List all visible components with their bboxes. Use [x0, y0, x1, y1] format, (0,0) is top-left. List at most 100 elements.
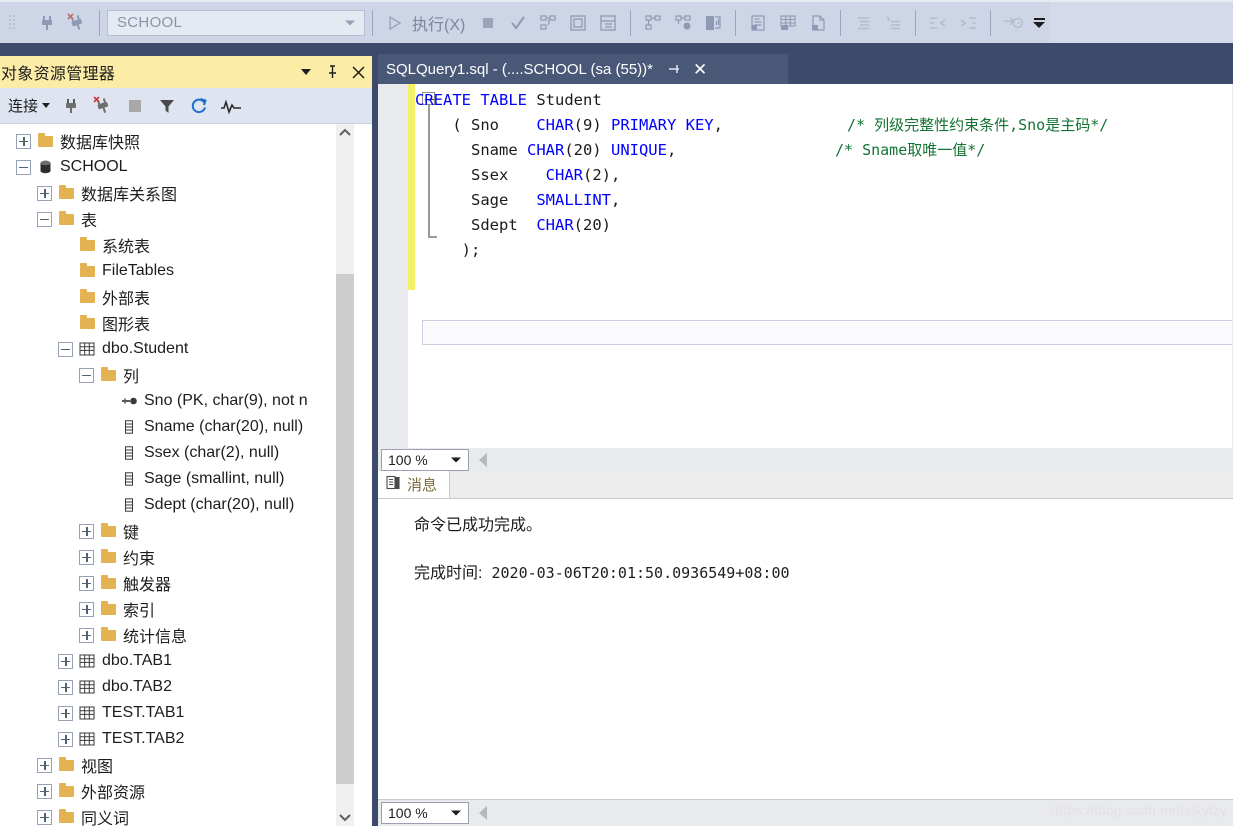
chevron-down-icon[interactable]: [345, 20, 355, 25]
code-line[interactable]: Sdept CHAR(20): [415, 213, 1233, 238]
code-line[interactable]: Sname CHAR(20) UNIQUE, /* Sname取唯一值*/: [415, 138, 1233, 163]
editor-zoom-combo[interactable]: 100 %: [381, 449, 469, 471]
tree-node[interactable]: 约束: [0, 544, 354, 570]
tree-node[interactable]: 列: [0, 362, 354, 388]
execute-button-label[interactable]: 执行(X): [412, 11, 465, 35]
chevron-down-icon[interactable]: [451, 810, 461, 816]
tree-node[interactable]: 外部资源: [0, 778, 354, 804]
comment-icon[interactable]: [848, 8, 878, 38]
expand-icon[interactable]: [79, 601, 94, 617]
code-line[interactable]: Ssex CHAR(2),: [415, 163, 1233, 188]
results-to-grid-icon[interactable]: [773, 8, 803, 38]
code-line[interactable]: );: [415, 238, 1233, 263]
tree-node[interactable]: dbo.TAB2: [0, 674, 354, 700]
code-line[interactable]: CREATE TABLE Student: [415, 88, 1233, 113]
results-to-file-icon[interactable]: [803, 8, 833, 38]
disconnect-plug-icon[interactable]: [62, 8, 92, 38]
tree-node[interactable]: dbo.TAB1: [0, 648, 354, 674]
decrease-indent-icon[interactable]: [923, 8, 953, 38]
disconnect-icon[interactable]: [88, 92, 118, 120]
tree-node[interactable]: 索引: [0, 596, 354, 622]
tree-node[interactable]: 触发器: [0, 570, 354, 596]
expand-icon[interactable]: [16, 133, 31, 149]
sqlcmd-mode-icon[interactable]: [698, 8, 728, 38]
tree-node[interactable]: Ssex (char(2), null): [0, 440, 354, 466]
collapse-icon[interactable]: [37, 211, 52, 227]
tree-node[interactable]: 数据库关系图: [0, 180, 354, 206]
connect-button[interactable]: 连接: [4, 92, 54, 120]
results-zoom-combo[interactable]: 100 %: [381, 802, 469, 824]
pin-icon[interactable]: [324, 64, 340, 80]
tree-node[interactable]: Sage (smallint, null): [0, 466, 354, 492]
scroll-down-icon[interactable]: [336, 808, 354, 826]
close-icon[interactable]: [350, 64, 366, 80]
code-line[interactable]: ( Sno CHAR(9) PRIMARY KEY, /* 列级完整性约束条件,S…: [415, 113, 1233, 138]
object-explorer-scrollbar[interactable]: [336, 124, 354, 826]
tab-messages[interactable]: 消息: [378, 471, 451, 498]
refresh-icon[interactable]: [184, 92, 214, 120]
pin-icon[interactable]: [667, 62, 681, 76]
tree-node[interactable]: Sno (PK, char(9), not n: [0, 388, 354, 414]
tree-node[interactable]: 数据库快照: [0, 128, 354, 154]
results-to-text-icon[interactable]: [743, 8, 773, 38]
tree-node[interactable]: dbo.Student: [0, 336, 354, 362]
expand-icon[interactable]: [37, 783, 52, 799]
tree-node[interactable]: 表: [0, 206, 354, 232]
expand-icon[interactable]: [37, 757, 52, 773]
scroll-up-icon[interactable]: [336, 124, 354, 142]
scroll-left-icon[interactable]: [479, 806, 487, 820]
tree-node[interactable]: Sdept (char(20), null): [0, 492, 354, 518]
query-options-icon[interactable]: [563, 8, 593, 38]
tree-node[interactable]: 键: [0, 518, 354, 544]
expand-icon[interactable]: [58, 731, 73, 747]
expand-icon[interactable]: [79, 627, 94, 643]
database-combo[interactable]: SCHOOL: [107, 9, 365, 36]
results-pane-icon[interactable]: [593, 8, 623, 38]
include-client-statistics-icon[interactable]: [668, 8, 698, 38]
stop-icon[interactable]: [473, 8, 503, 38]
tree-node[interactable]: 同义词: [0, 804, 354, 826]
expand-icon[interactable]: [58, 705, 73, 721]
scroll-left-icon[interactable]: [479, 453, 487, 467]
tree-node[interactable]: 统计信息: [0, 622, 354, 648]
activity-monitor-icon[interactable]: [216, 92, 246, 120]
close-icon[interactable]: ✕: [693, 61, 707, 78]
tree-node[interactable]: 外部表: [0, 284, 354, 310]
chevron-down-icon[interactable]: [451, 457, 461, 463]
increase-indent-icon[interactable]: [953, 8, 983, 38]
expand-icon[interactable]: [58, 679, 73, 695]
collapse-icon[interactable]: [58, 341, 73, 357]
tree-node[interactable]: Sname (char(20), null): [0, 414, 354, 440]
dotted-grid-icon[interactable]: [2, 8, 32, 38]
sql-code-editor[interactable]: CREATE TABLE Student ( Sno CHAR(9) PRIMA…: [378, 84, 1233, 448]
tree-node[interactable]: 系统表: [0, 232, 354, 258]
stop-icon[interactable]: [120, 92, 150, 120]
collapse-icon[interactable]: [79, 367, 94, 383]
editor-tab[interactable]: SQLQuery1.sql - (....SCHOOL (sa (55))* ✕: [378, 54, 788, 84]
object-explorer-tree[interactable]: 数据库快照 SCHOOL 数据库关系图表系统表 FileTables 外部表 图形表 dbo…: [0, 124, 354, 826]
uncomment-icon[interactable]: [878, 8, 908, 38]
tree-node[interactable]: 图形表: [0, 310, 354, 336]
code-line[interactable]: Sage SMALLINT,: [415, 188, 1233, 213]
tree-node[interactable]: SCHOOL: [0, 154, 354, 180]
expand-icon[interactable]: [37, 185, 52, 201]
tree-node[interactable]: TEST.TAB2: [0, 726, 354, 752]
connect-plug-icon[interactable]: [32, 8, 62, 38]
tree-node[interactable]: FileTables: [0, 258, 354, 284]
display-estimated-plan-icon[interactable]: [533, 8, 563, 38]
scrollbar-thumb[interactable]: [336, 274, 354, 784]
expand-icon[interactable]: [37, 809, 52, 825]
sql-code-text[interactable]: CREATE TABLE Student ( Sno CHAR(9) PRIMA…: [415, 84, 1233, 448]
include-actual-plan-icon[interactable]: [638, 8, 668, 38]
expand-icon[interactable]: [79, 523, 94, 539]
specify-values-icon[interactable]: [998, 8, 1028, 38]
expand-icon[interactable]: [58, 653, 73, 669]
window-menu-icon[interactable]: [298, 64, 314, 80]
parse-check-icon[interactable]: [503, 8, 533, 38]
collapse-icon[interactable]: [16, 159, 31, 175]
tree-node[interactable]: 视图: [0, 752, 354, 778]
toolbar-overflow-button[interactable]: [1028, 8, 1050, 38]
expand-icon[interactable]: [79, 575, 94, 591]
play-icon[interactable]: [380, 8, 410, 38]
connect-icon[interactable]: [56, 92, 86, 120]
